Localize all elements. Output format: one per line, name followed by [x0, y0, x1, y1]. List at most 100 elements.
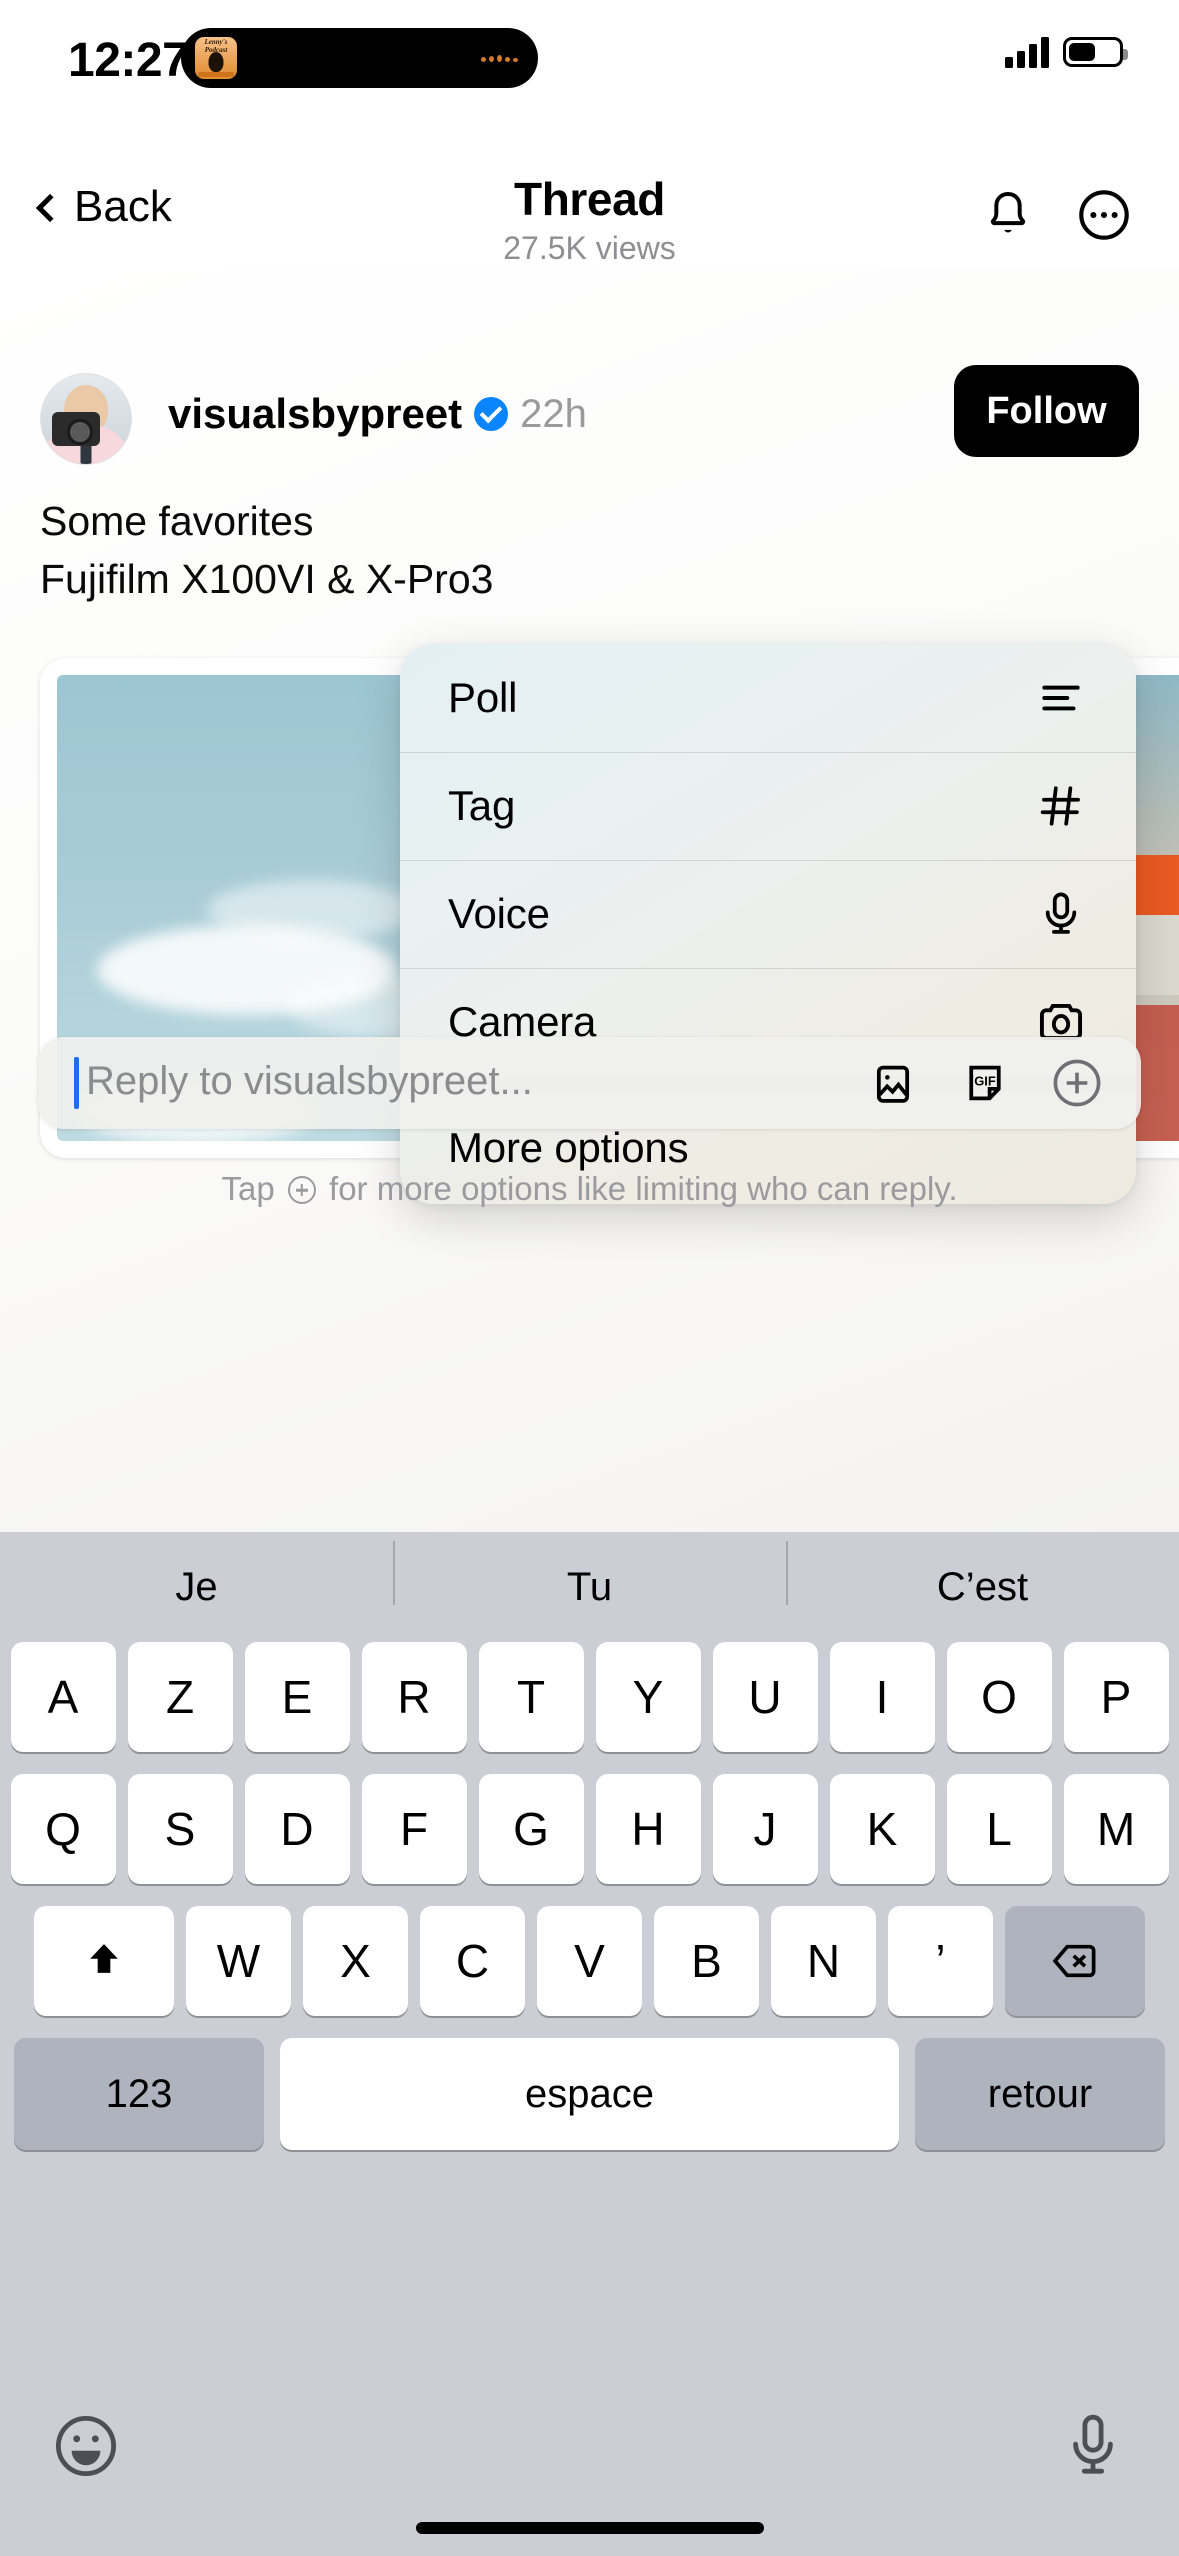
menu-item-label: More options	[448, 1124, 689, 1171]
album-art-footer	[198, 72, 234, 77]
space-key[interactable]: espace	[280, 2038, 899, 2150]
key-c[interactable]: C	[420, 1906, 525, 2016]
key-g[interactable]: G	[478, 1774, 584, 1884]
emoji-button[interactable]	[50, 2410, 122, 2482]
album-art-figure	[208, 52, 224, 72]
microphone-icon	[1073, 2414, 1113, 2474]
follow-button[interactable]: Follow	[954, 365, 1139, 457]
menu-item-no-icon	[1034, 1121, 1088, 1175]
verified-badge-icon	[474, 397, 509, 431]
keyboard-bottom-bar	[0, 2386, 1179, 2556]
navigation-actions	[977, 184, 1135, 246]
bell-button[interactable]	[977, 184, 1039, 246]
key-a[interactable]: A	[10, 1642, 116, 1752]
key-d[interactable]: D	[244, 1774, 350, 1884]
bell-icon	[990, 192, 1026, 233]
dynamic-island-album-art: Lenny's Podcast	[195, 37, 237, 79]
keyboard-rows: A Z E R T Y U I O P Q S D F G H J K L M	[0, 1642, 1179, 2150]
key-w[interactable]: W	[186, 1906, 291, 2016]
keyboard-row-2: Q S D F G H J K L M	[0, 1774, 1179, 1884]
plus-circle-icon	[287, 1176, 316, 1204]
prediction-1[interactable]: Je	[0, 1565, 393, 1610]
battery-icon	[1063, 37, 1128, 67]
emoji-icon	[56, 2416, 116, 2476]
more-circle-icon	[1079, 190, 1129, 240]
key-z[interactable]: Z	[127, 1642, 233, 1752]
key-u[interactable]: U	[712, 1642, 818, 1752]
photo-button[interactable]	[865, 1055, 921, 1111]
keyboard-row-4: 123 espace retour	[0, 2038, 1179, 2150]
menu-item-label: Poll	[448, 674, 518, 721]
key-s[interactable]: S	[127, 1774, 233, 1884]
key-f[interactable]: F	[361, 1774, 467, 1884]
gif-button[interactable]: GIF	[957, 1055, 1013, 1111]
on-screen-keyboard: Je Tu C’est A Z E R T Y U I O P Q S D F …	[0, 1532, 1179, 2556]
avatar[interactable]	[40, 373, 132, 465]
post-text-line-1: Some favorites	[40, 498, 314, 544]
key-h[interactable]: H	[595, 1774, 701, 1884]
composer-hint: Tap for more options like limiting who c…	[0, 1170, 1179, 1208]
key-t[interactable]: T	[478, 1642, 584, 1752]
menu-item-poll[interactable]: Poll	[400, 644, 1136, 752]
key-i[interactable]: I	[829, 1642, 935, 1752]
dynamic-island[interactable]: Lenny's Podcast	[181, 28, 538, 88]
photo-icon	[876, 1065, 910, 1103]
key-b[interactable]: B	[654, 1906, 759, 2016]
prediction-3[interactable]: C’est	[786, 1540, 1179, 1610]
backspace-key[interactable]	[1005, 1906, 1145, 2016]
reply-composer-bar[interactable]: Reply to visualsbypreet... GIF	[38, 1037, 1141, 1129]
post-header: visualsbypreet 22h Follow	[40, 365, 1139, 475]
back-button-label: Back	[74, 182, 172, 231]
text-caret	[74, 1057, 79, 1109]
dictation-button[interactable]	[1057, 2408, 1129, 2484]
audio-waveform-icon	[481, 54, 524, 62]
poll-icon	[1034, 671, 1088, 725]
prediction-bar: Je Tu C’est	[0, 1532, 1179, 1642]
key-n[interactable]: N	[771, 1906, 876, 2016]
post-author[interactable]: visualsbypreet 22h	[168, 390, 587, 438]
reply-actions: GIF	[865, 1055, 1105, 1111]
keyboard-row-3: W X C V B N ’	[0, 1906, 1179, 2016]
reply-input[interactable]: Reply to visualsbypreet...	[86, 1059, 533, 1104]
key-k[interactable]: K	[829, 1774, 935, 1884]
navigation-bar: Back Thread 27.5K views	[0, 160, 1179, 270]
menu-item-label: Voice	[448, 890, 550, 937]
key-p[interactable]: P	[1063, 1642, 1169, 1752]
username: visualsbypreet	[168, 390, 463, 437]
key-e[interactable]: E	[244, 1642, 350, 1752]
post-text-line-2: Fujifilm X100VI & X-Pro3	[40, 556, 494, 602]
post-body: Some favorites Fujifilm X100VI & X-Pro3	[40, 492, 940, 608]
prediction-2[interactable]: Tu	[393, 1540, 786, 1610]
more-options-button[interactable]	[1073, 184, 1135, 246]
key-q[interactable]: Q	[10, 1774, 116, 1884]
plus-circle-icon	[1053, 1059, 1101, 1107]
key-j[interactable]: J	[712, 1774, 818, 1884]
gif-icon: GIF	[969, 1065, 1001, 1101]
back-button[interactable]: Back	[35, 182, 172, 232]
shift-icon	[90, 1944, 118, 1973]
chevron-left-icon	[35, 193, 65, 223]
menu-item-voice[interactable]: Voice	[400, 860, 1136, 968]
cellular-signal-icon	[1005, 36, 1049, 68]
numbers-key[interactable]: 123	[14, 2038, 264, 2150]
key-r[interactable]: R	[361, 1642, 467, 1752]
post-timestamp: 22h	[520, 391, 587, 436]
status-indicators	[1005, 36, 1128, 68]
return-key[interactable]: retour	[915, 2038, 1165, 2150]
key-o[interactable]: O	[946, 1642, 1052, 1752]
hashtag-icon	[1034, 779, 1088, 833]
key-l[interactable]: L	[946, 1774, 1052, 1884]
shift-key[interactable]	[34, 1906, 174, 2016]
menu-item-tag[interactable]: Tag	[400, 752, 1136, 860]
more-options-plus-button[interactable]	[1049, 1055, 1105, 1111]
backspace-icon	[1052, 1944, 1096, 1978]
hint-text-before: Tap	[221, 1170, 275, 1207]
key-m[interactable]: M	[1063, 1774, 1169, 1884]
key-apostrophe[interactable]: ’	[888, 1906, 993, 2016]
keyboard-row-1: A Z E R T Y U I O P	[0, 1642, 1179, 1752]
key-x[interactable]: X	[303, 1906, 408, 2016]
home-indicator	[415, 2522, 764, 2534]
key-v[interactable]: V	[537, 1906, 642, 2016]
key-y[interactable]: Y	[595, 1642, 701, 1752]
menu-item-label: Tag	[448, 782, 516, 829]
